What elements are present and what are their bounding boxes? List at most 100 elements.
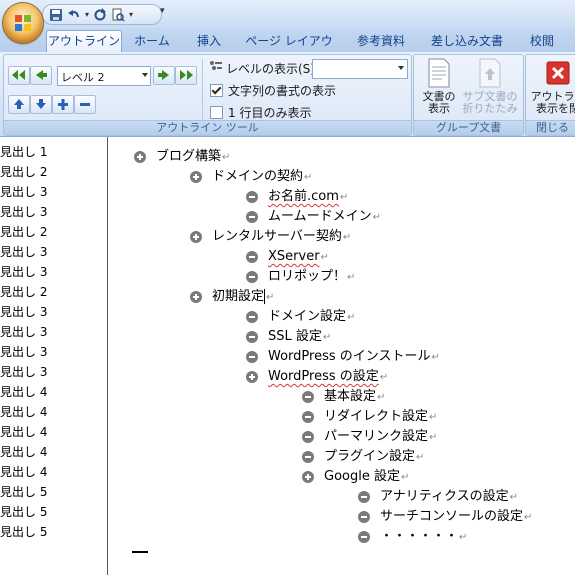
save-icon[interactable] [49, 8, 63, 22]
outline-level-select[interactable]: レベル 2 [57, 66, 151, 86]
outline-item[interactable]: パーマリンク設定↵ [302, 427, 575, 447]
collapse-symbol-icon[interactable] [246, 271, 258, 283]
print-preview-icon[interactable] [111, 8, 125, 22]
expand-symbol-icon[interactable] [190, 231, 202, 243]
outline-item[interactable]: レンタルサーバー契約↵ [190, 227, 575, 247]
collapse-subdocuments-button[interactable]: サブ文書の 折りたたみ [460, 58, 520, 115]
style-pane-row[interactable]: 見出し 3 [0, 202, 47, 222]
undo-icon[interactable] [67, 8, 81, 22]
style-pane-row[interactable]: 見出し 2 [0, 282, 47, 302]
collapse-button[interactable] [74, 95, 96, 114]
collapse-symbol-icon[interactable] [302, 431, 314, 443]
expand-symbol-icon[interactable] [246, 371, 258, 383]
outline-item-label: お名前.com [268, 189, 339, 204]
show-document-label-line2: 表示 [428, 102, 450, 115]
outline-item[interactable]: ・・・・・・↵ [358, 527, 575, 547]
demote-to-body-button[interactable] [175, 66, 197, 85]
tab-insert[interactable]: 挿入 [188, 32, 230, 52]
promote-to-heading1-button[interactable] [8, 66, 30, 85]
outline-item[interactable]: WordPress の設定↵ [246, 367, 575, 387]
outline-item[interactable]: Google 設定↵ [302, 467, 575, 487]
customize-qat-icon[interactable]: ▾ [160, 6, 165, 16]
show-document-button[interactable]: 文書の 表示 [417, 58, 461, 115]
collapse-symbol-icon[interactable] [246, 251, 258, 263]
collapse-symbol-icon[interactable] [246, 191, 258, 203]
office-button[interactable] [3, 3, 43, 43]
outline-item[interactable]: ドメインの契約↵ [190, 167, 575, 187]
style-pane-row[interactable]: 見出し 4 [0, 402, 47, 422]
tab-mailings[interactable]: 差し込み文書 [427, 32, 507, 52]
show-text-format-checkbox[interactable] [210, 84, 223, 97]
style-pane-row[interactable]: 見出し 2 [0, 162, 47, 182]
collapse-symbol-icon[interactable] [358, 531, 370, 543]
collapse-symbol-icon[interactable] [246, 311, 258, 323]
outline-item[interactable]: お名前.com↵ [246, 187, 575, 207]
collapse-symbol-icon[interactable] [358, 511, 370, 523]
style-pane-row[interactable]: 見出し 5 [0, 522, 47, 542]
paragraph-mark: ↵ [372, 212, 382, 223]
outline-item[interactable]: 初期設定 ↵ [190, 287, 575, 307]
outline-item[interactable]: 基本設定↵ [302, 387, 575, 407]
collapse-symbol-icon[interactable] [246, 351, 258, 363]
style-pane-row[interactable]: 見出し 4 [0, 462, 47, 482]
style-pane-row[interactable]: 見出し 3 [0, 302, 47, 322]
outline-item[interactable]: プラグイン設定↵ [302, 447, 575, 467]
collapse-symbol-icon[interactable] [246, 331, 258, 343]
tab-page-layout[interactable]: ページ レイアウト [242, 32, 336, 66]
tab-references[interactable]: 参考資料 [350, 32, 412, 52]
expand-button[interactable] [52, 95, 74, 114]
style-pane-row[interactable]: 見出し 3 [0, 242, 47, 262]
outline-item[interactable]: サーチコンソールの設定↵ [358, 507, 575, 527]
style-pane-row[interactable]: 見出し 4 [0, 442, 47, 462]
show-level-select[interactable] [312, 59, 408, 79]
collapse-symbol-icon[interactable] [246, 211, 258, 223]
collapse-symbol-icon[interactable] [302, 411, 314, 423]
paragraph-mark: ↵ [266, 292, 275, 303]
outline-item[interactable]: ドメイン設定↵ [246, 307, 575, 327]
outline-item[interactable]: WordPress のインストール↵ [246, 347, 575, 367]
tab-review[interactable]: 校閲 [521, 32, 563, 52]
promote-button[interactable] [30, 66, 52, 85]
outline-item[interactable]: SSL 設定↵ [246, 327, 575, 347]
outline-item[interactable]: ムームードメイン↵ [246, 207, 575, 227]
demote-button[interactable] [153, 66, 175, 85]
style-pane-row[interactable]: 見出し 4 [0, 422, 47, 442]
outline-item[interactable]: アナリティクスの設定↵ [358, 487, 575, 507]
style-pane-row[interactable]: 見出し 1 [0, 142, 47, 162]
undo-dropdown-icon[interactable]: ▾ [85, 10, 89, 19]
style-pane-row[interactable]: 見出し 5 [0, 482, 47, 502]
outline-item[interactable]: ブログ構築↵ [134, 147, 575, 167]
plus-icon [58, 99, 68, 110]
style-pane-row[interactable]: 見出し 3 [0, 342, 47, 362]
collapse-symbol-icon[interactable] [358, 491, 370, 503]
outline-item-label: ・・・・・・ [380, 529, 459, 544]
expand-symbol-icon[interactable] [190, 291, 202, 303]
style-pane-row[interactable]: 見出し 3 [0, 182, 47, 202]
move-down-button[interactable] [30, 95, 52, 114]
outline-item[interactable]: XServer↵ [246, 247, 575, 267]
first-line-only-checkbox[interactable] [210, 106, 223, 119]
style-pane-row[interactable]: 見出し 3 [0, 322, 47, 342]
close-outline-view-button[interactable]: アウトライ 表示を閉 [528, 58, 575, 115]
collapse-symbol-icon[interactable] [302, 451, 314, 463]
style-pane-row[interactable]: 見出し 4 [0, 382, 47, 402]
style-pane-row[interactable]: 見出し 3 [0, 362, 47, 382]
preview-dropdown-icon[interactable]: ▾ [129, 10, 133, 19]
tab-home[interactable]: ホーム [128, 32, 176, 52]
outline-document[interactable]: ブログ構築↵ ドメインの契約↵ お名前.com↵ ムームードメイン↵ レンタルサーバー契… [108, 137, 575, 575]
move-up-button[interactable] [8, 95, 30, 114]
outline-item[interactable]: リダイレクト設定↵ [302, 407, 575, 427]
style-pane-row[interactable]: 見出し 5 [0, 502, 47, 522]
collapse-symbol-icon[interactable] [302, 391, 314, 403]
style-pane-row[interactable]: 見出し 3 [0, 262, 47, 282]
expand-symbol-icon[interactable] [302, 471, 314, 483]
redo-icon[interactable] [93, 7, 107, 22]
outline-item-label: プラグイン設定 [324, 449, 416, 464]
outline-item[interactable]: ロリポップ！↵ [246, 267, 575, 287]
tab-outline[interactable]: アウトライン [46, 30, 122, 53]
expand-symbol-icon[interactable] [134, 151, 146, 163]
paragraph-mark: ↵ [431, 352, 440, 363]
style-pane-row[interactable]: 見出し 2 [0, 222, 47, 242]
outline-item-text: ドメイン設定↵ [268, 307, 355, 328]
expand-symbol-icon[interactable] [190, 171, 202, 183]
